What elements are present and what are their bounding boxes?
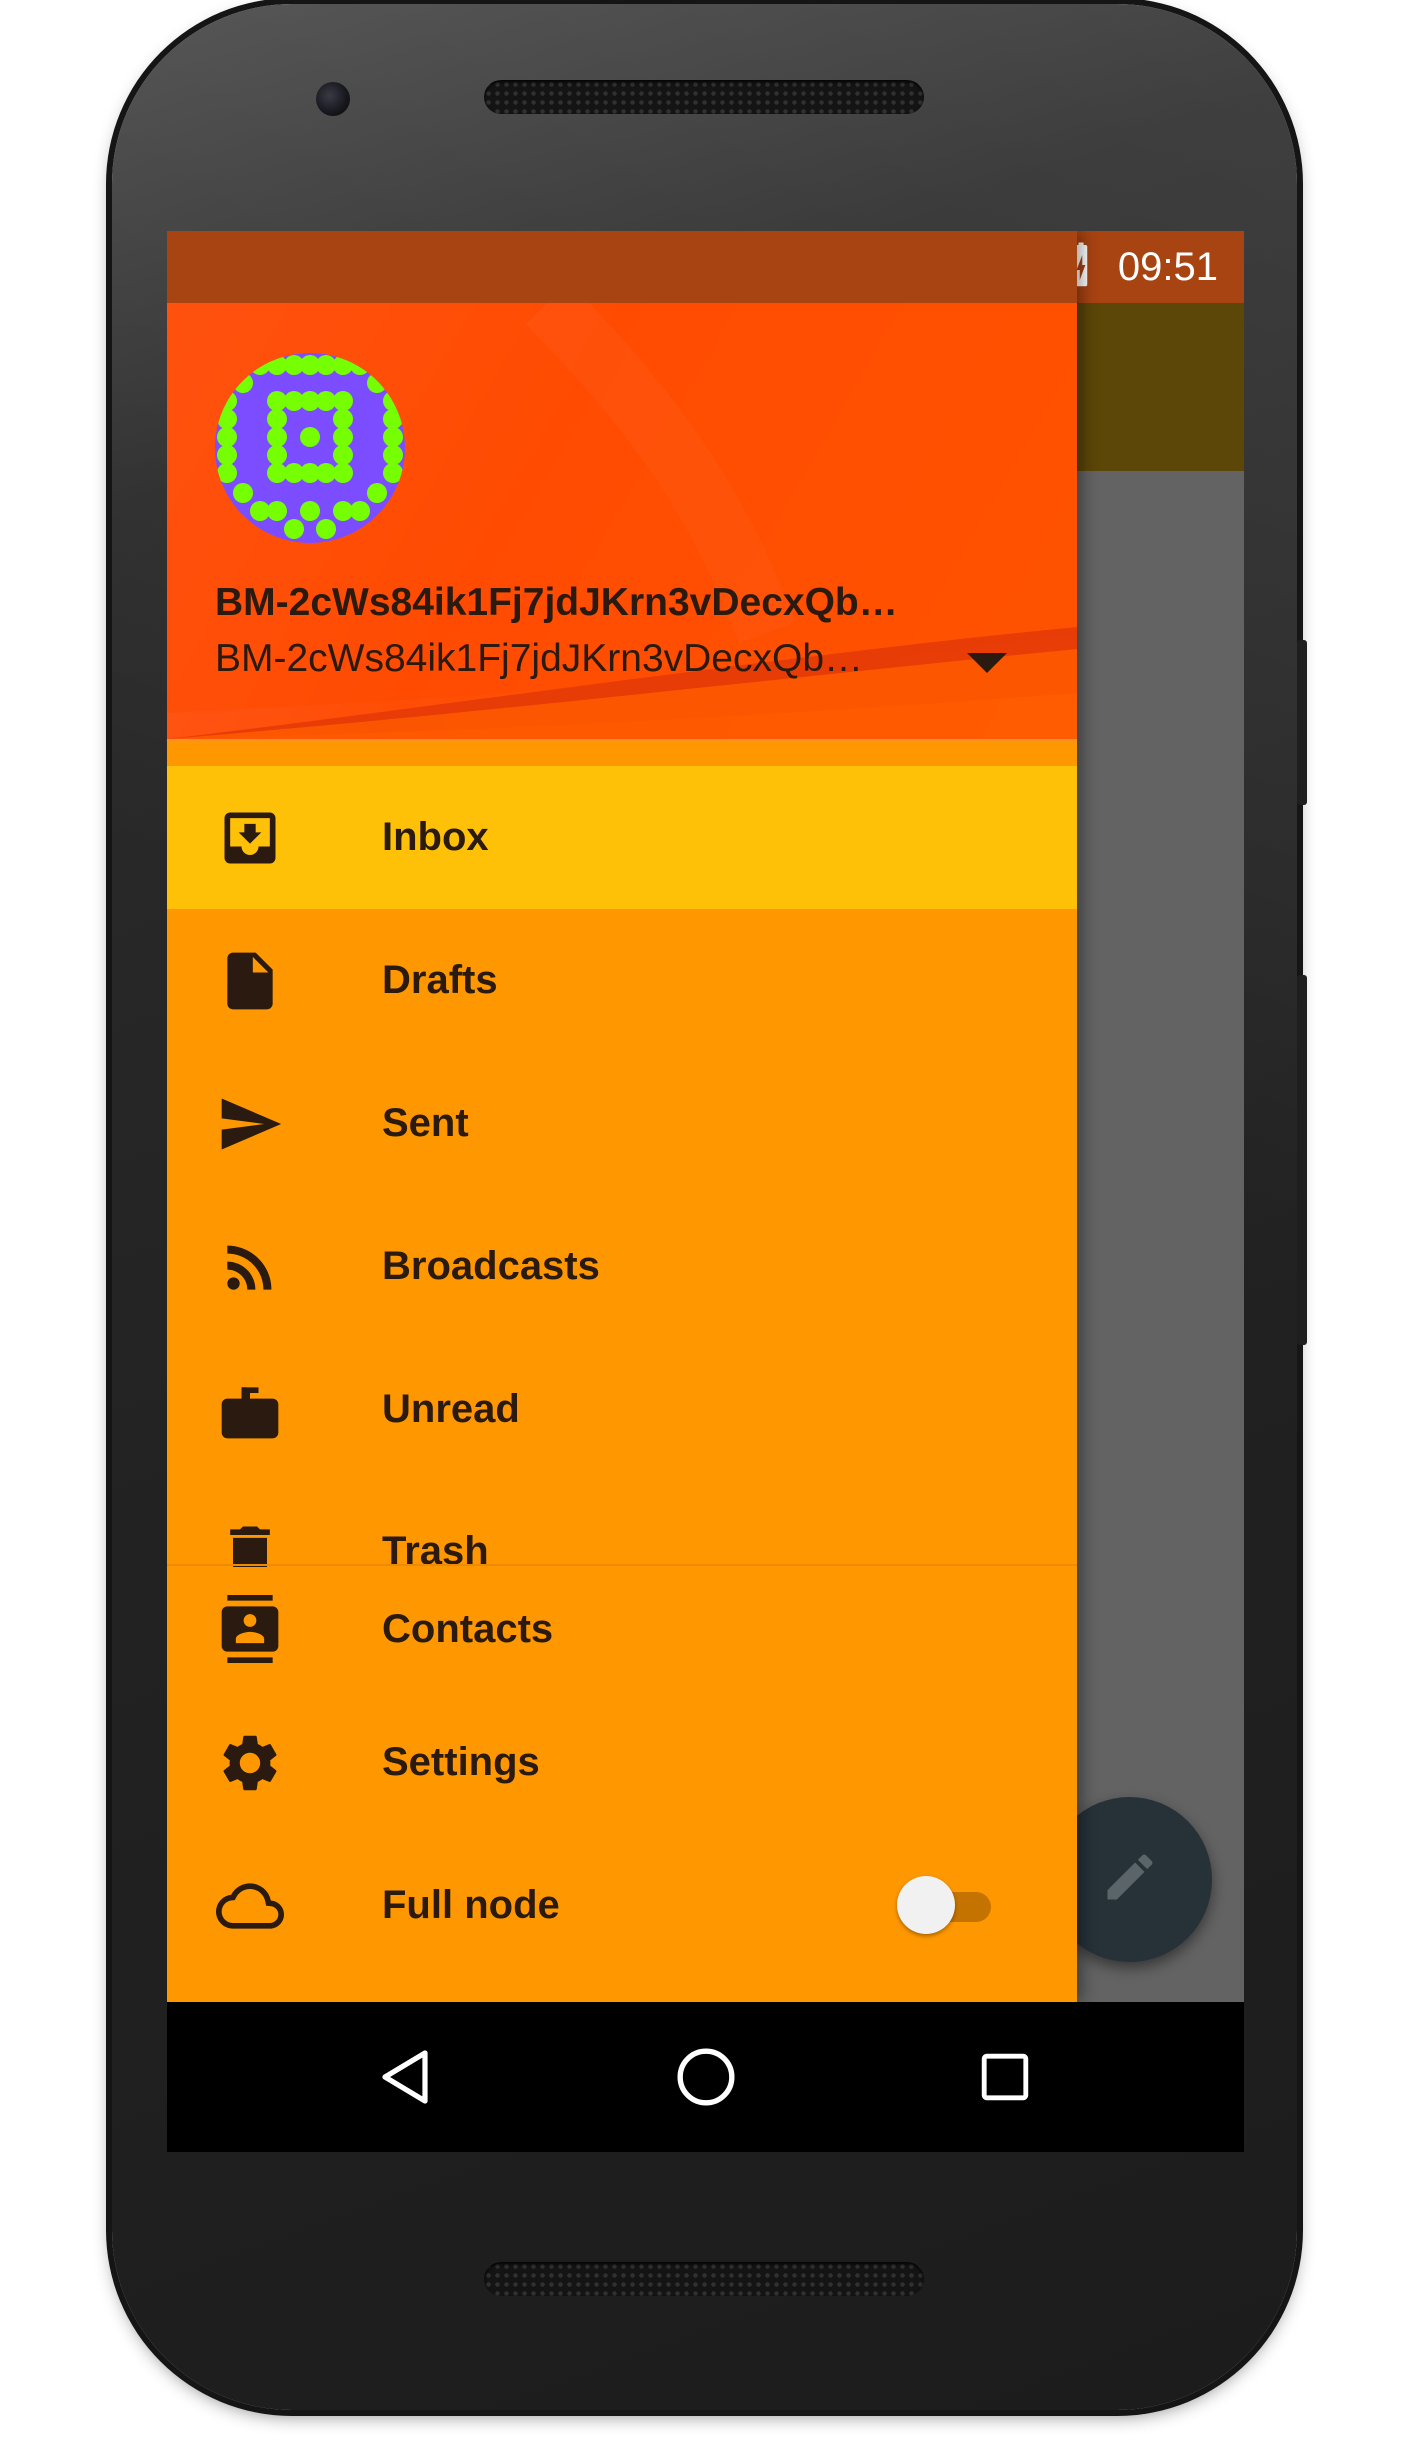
nav-item-drafts[interactable]: Drafts [167, 909, 1077, 1052]
nav-item-settings[interactable]: Settings [167, 1691, 1077, 1834]
nav-label-sent: Sent [382, 1101, 469, 1145]
volume-button [1297, 975, 1307, 1345]
power-button [1297, 640, 1307, 805]
nav-item-full-node[interactable]: Full node [167, 1834, 1077, 1977]
nav-item-trash[interactable]: Trash [167, 1481, 1077, 1576]
nav-label-broadcasts: Broadcasts [382, 1244, 600, 1288]
edit-icon [1100, 1847, 1160, 1912]
send-icon [215, 1089, 285, 1159]
inbox-icon [215, 803, 285, 873]
account-name: BM-2cWs84ik1Fj7jdJKrn3vDecxQb… [215, 581, 898, 624]
drawer-header[interactable]: BM-2cWs84ik1Fj7jdJKrn3vDecxQb… BM-2cWs84… [167, 303, 1077, 739]
nav-label-drafts: Drafts [382, 958, 498, 1002]
full-node-toggle[interactable] [897, 1875, 993, 1936]
settings-icon [215, 1728, 285, 1798]
contacts-icon [215, 1594, 285, 1664]
recents-icon[interactable] [965, 2037, 1045, 2117]
nav-label-full-node: Full node [382, 1883, 560, 1927]
screen: 09:51 BM-2cWs84ik1Fj7jdJKrn3vDecxQb… BM-… [167, 231, 1244, 2152]
system-navigation-bar [167, 2002, 1244, 2152]
cloud-icon [215, 1871, 285, 1941]
back-icon[interactable] [367, 2037, 447, 2117]
nav-label-unread: Unread [382, 1387, 520, 1431]
status-time: 09:51 [1117, 244, 1218, 289]
nav-list: Inbox Drafts Sent Broadcasts Unread Tras… [167, 766, 1077, 1576]
navigation-drawer: BM-2cWs84ik1Fj7jdJKrn3vDecxQb… BM-2cWs84… [167, 231, 1077, 2002]
drawer-status-overlay [167, 231, 1077, 303]
account-address: BM-2cWs84ik1Fj7jdJKrn3vDecxQb… [215, 637, 864, 680]
draft-icon [215, 946, 285, 1016]
nav-item-inbox[interactable]: Inbox [167, 766, 1077, 909]
rss-feed-icon [215, 1232, 285, 1302]
home-icon[interactable] [666, 2037, 746, 2117]
nav-item-broadcasts[interactable]: Broadcasts [167, 1195, 1077, 1338]
front-camera [316, 82, 350, 116]
nav-item-sent[interactable]: Sent [167, 1052, 1077, 1195]
nav-label-inbox: Inbox [382, 815, 489, 859]
top-speaker [484, 80, 924, 114]
header-divider [167, 739, 1077, 742]
identicon-avatar[interactable] [215, 353, 405, 543]
nav-item-contacts[interactable]: Contacts [167, 1567, 1077, 1691]
nav-bottom-list: Contacts Settings Full node [167, 1567, 1077, 1977]
nav-label-settings: Settings [382, 1740, 540, 1784]
nav-item-unread[interactable]: Unread [167, 1338, 1077, 1481]
bottom-speaker [484, 2262, 924, 2296]
nav-label-contacts: Contacts [382, 1606, 554, 1651]
identicon-pattern [217, 355, 403, 539]
bottom-divider [167, 1564, 1077, 1566]
toggle-thumb [897, 1875, 955, 1934]
arrow-drop-down-icon[interactable] [967, 648, 1007, 678]
mailbox-icon [215, 1375, 285, 1445]
